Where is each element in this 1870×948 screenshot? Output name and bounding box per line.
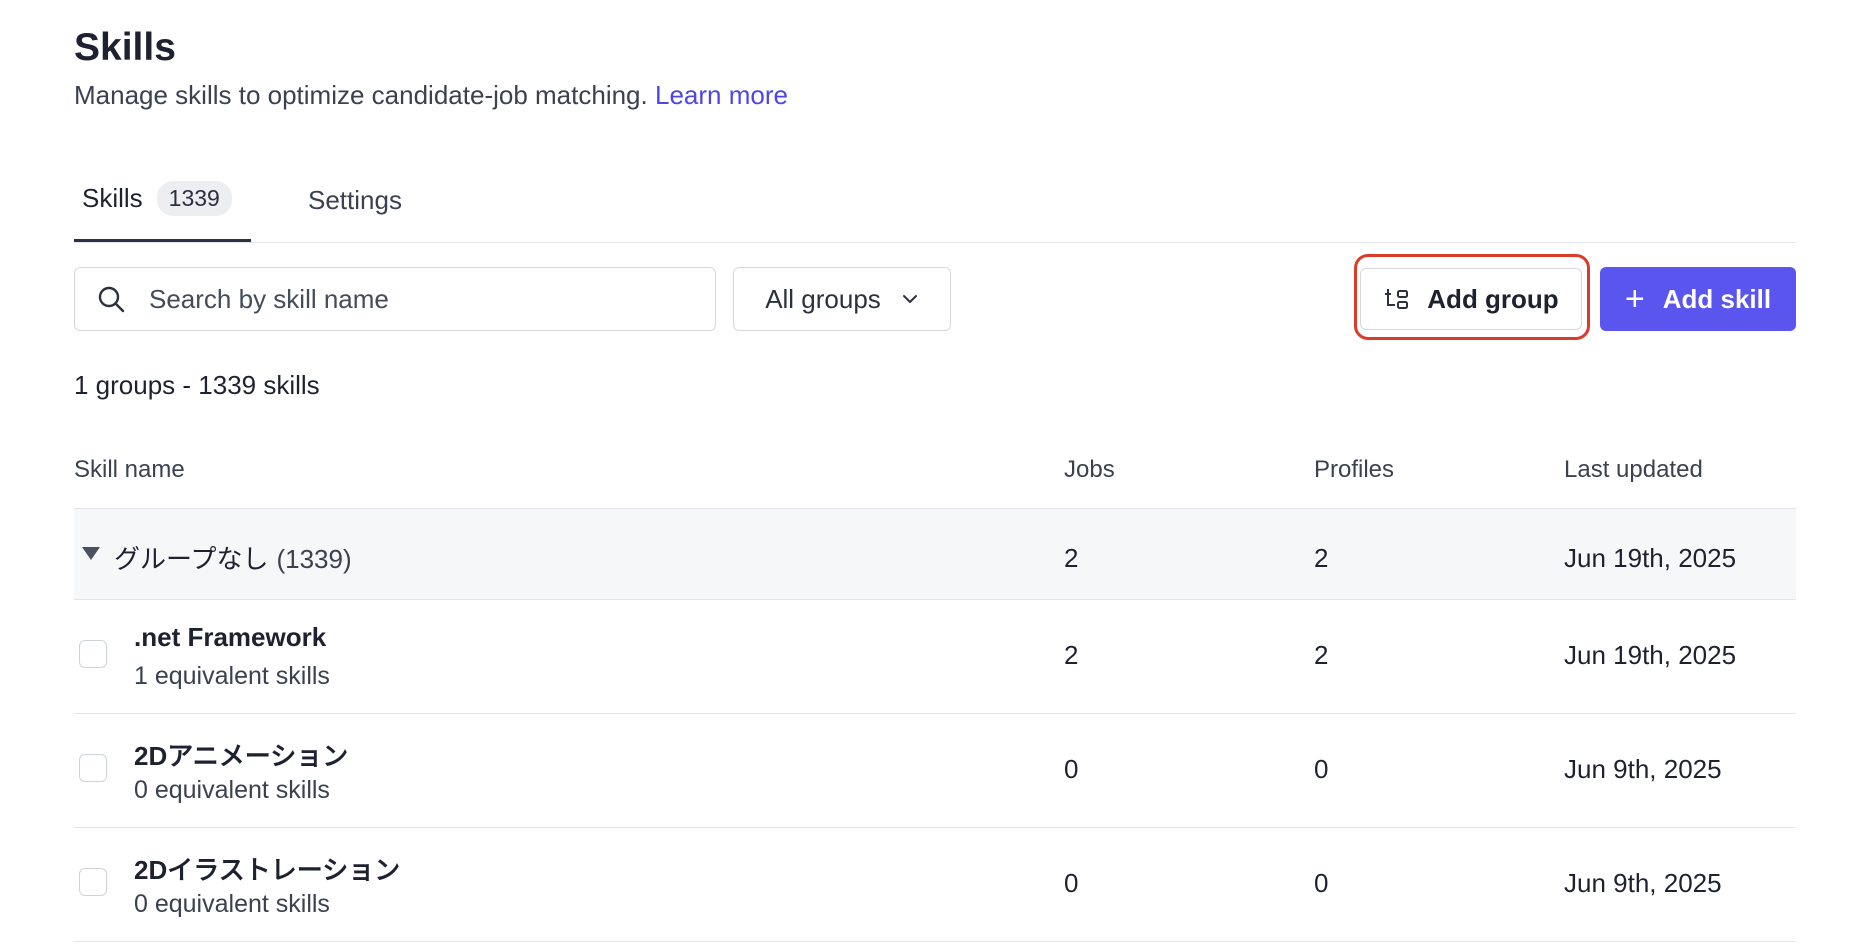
group-tree-icon	[1385, 289, 1409, 309]
column-header-skill-name[interactable]: Skill name	[74, 456, 185, 484]
group-profiles: 2	[1314, 543, 1329, 573]
skill-profiles: 0	[1314, 754, 1329, 784]
add-group-label: Add group	[1427, 283, 1559, 314]
tab-bar: Skills 1339 Settings	[74, 158, 1796, 243]
chevron-down-icon	[902, 295, 917, 303]
add-skill-label: Add skill	[1662, 283, 1772, 314]
group-last-updated: Jun 19th, 2025	[1564, 543, 1737, 573]
row-checkbox[interactable]	[79, 640, 107, 668]
equivalent-skills: 0 equivalent skills	[134, 776, 330, 804]
tab-skills[interactable]: Skills 1339	[74, 158, 251, 242]
skill-last-updated: Jun 9th, 2025	[1564, 868, 1722, 898]
group-filter-value: All groups	[765, 283, 881, 314]
table-row[interactable]: 2Dイラストレーション 0 equivalent skills 0 0 Jun …	[74, 828, 1796, 942]
group-row[interactable]: グループなし (1339) 2 2 Jun 19th, 2025	[74, 509, 1796, 600]
skill-jobs: 2	[1064, 640, 1079, 670]
skill-name[interactable]: 2Dイラストレーション	[134, 850, 400, 887]
skill-profiles: 2	[1314, 640, 1329, 670]
skill-last-updated: Jun 19th, 2025	[1564, 640, 1737, 670]
group-count: (1339)	[276, 544, 352, 574]
search-input[interactable]	[147, 282, 671, 316]
page-title: Skills	[74, 26, 176, 69]
tab-skills-label: Skills	[82, 183, 143, 213]
group-label: グループなし	[114, 544, 269, 574]
tab-settings[interactable]: Settings	[308, 158, 402, 242]
summary-text: 1 groups - 1339 skills	[74, 370, 320, 400]
equivalent-skills: 0 equivalent skills	[134, 890, 330, 918]
table-header: Skill name Jobs Profiles Last updated	[74, 440, 1796, 509]
search-icon	[98, 286, 125, 313]
skill-name[interactable]: .net Framework	[134, 622, 326, 653]
equivalent-skills: 1 equivalent skills	[134, 662, 330, 690]
search-box[interactable]	[74, 267, 716, 331]
row-checkbox[interactable]	[79, 868, 107, 896]
skills-table: Skill name Jobs Profiles Last updated グル…	[74, 440, 1796, 942]
column-header-jobs[interactable]: Jobs	[1064, 456, 1115, 484]
skill-last-updated: Jun 9th, 2025	[1564, 754, 1722, 784]
learn-more-link[interactable]: Learn more	[655, 80, 788, 110]
column-header-last-updated[interactable]: Last updated	[1564, 456, 1703, 484]
row-checkbox[interactable]	[79, 754, 107, 782]
page-subtitle: Manage skills to optimize candidate-job …	[74, 80, 788, 111]
skills-page: Skills Manage skills to optimize candida…	[0, 0, 1870, 948]
add-skill-button[interactable]: + Add skill	[1600, 267, 1796, 331]
tab-skills-count-badge: 1339	[156, 181, 232, 216]
skill-profiles: 0	[1314, 868, 1329, 898]
group-name: グループなし (1339)	[114, 539, 352, 576]
skill-name[interactable]: 2Dアニメーション	[134, 736, 348, 773]
plus-icon: +	[1624, 280, 1645, 318]
table-row[interactable]: 2Dアニメーション 0 equivalent skills 0 0 Jun 9t…	[74, 714, 1796, 828]
skill-jobs: 0	[1064, 754, 1079, 784]
table-row[interactable]: .net Framework 1 equivalent skills 2 2 J…	[74, 600, 1796, 714]
tab-settings-label: Settings	[308, 184, 402, 215]
group-jobs: 2	[1064, 543, 1079, 573]
column-header-profiles[interactable]: Profiles	[1314, 456, 1394, 484]
skill-jobs: 0	[1064, 868, 1079, 898]
add-group-button[interactable]: Add group	[1360, 268, 1582, 330]
collapse-caret-icon[interactable]	[82, 547, 100, 560]
group-filter-dropdown[interactable]: All groups	[733, 267, 951, 331]
subtitle-text: Manage skills to optimize candidate-job …	[74, 80, 648, 110]
